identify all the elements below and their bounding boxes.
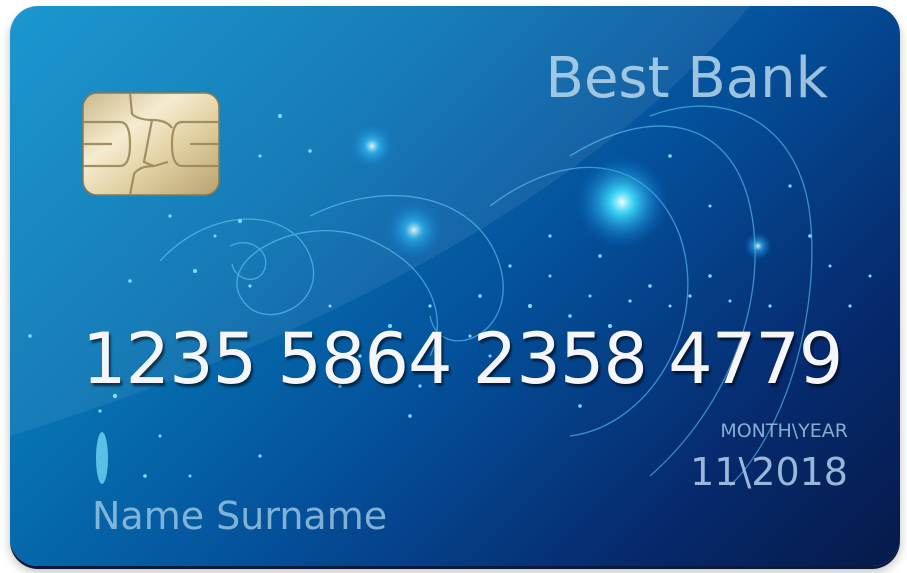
credit-card: Best Bank 1235 5864 2358 4779 MONTH\YEAR…	[10, 6, 900, 566]
expiry-date: 11\2018	[690, 450, 848, 494]
expiry-label: MONTH\YEAR	[720, 420, 848, 442]
chip-icon	[82, 92, 220, 196]
card-number: 1235 5864 2358 4779	[82, 318, 843, 400]
bank-name: Best Bank	[545, 46, 828, 111]
cardholder-name: Name Surname	[92, 494, 388, 538]
